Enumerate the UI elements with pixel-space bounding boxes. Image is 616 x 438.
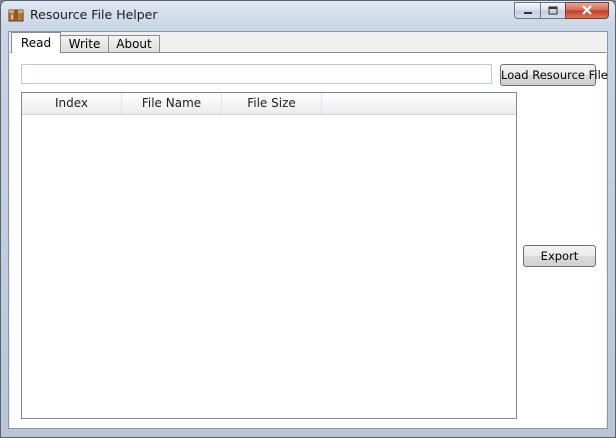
column-header-file-name[interactable]: File Name [122, 93, 222, 114]
maximize-button[interactable] [540, 2, 565, 19]
tab-read[interactable]: Read [11, 32, 61, 53]
caption-buttons [514, 2, 609, 20]
title-bar[interactable]: Resource File Helper [1, 1, 615, 29]
minimize-button[interactable] [514, 2, 540, 19]
file-path-input[interactable] [21, 64, 492, 84]
box-icon [8, 7, 24, 23]
maximize-icon [548, 4, 558, 18]
close-button[interactable] [565, 2, 609, 19]
tab-write[interactable]: Write [60, 35, 109, 53]
list-body [22, 115, 516, 418]
column-header-file-size[interactable]: File Size [222, 93, 322, 114]
file-list[interactable]: Index File Name File Size [21, 92, 517, 419]
export-button[interactable]: Export [523, 245, 596, 267]
column-header-index[interactable]: Index [22, 93, 122, 114]
window-title: Resource File Helper [30, 7, 158, 22]
client-area: Read Write About Load Resource File Inde… [8, 31, 608, 429]
column-header-filler [322, 93, 516, 114]
close-icon [581, 4, 593, 18]
minimize-icon [523, 4, 533, 18]
load-resource-file-button[interactable]: Load Resource File [500, 64, 608, 86]
main-window: Resource File Helper Read Write About Lo… [0, 0, 616, 438]
list-header: Index File Name File Size [22, 93, 516, 115]
tab-strip: Read Write About [9, 32, 607, 53]
tab-page-read: Load Resource File Index File Name File … [10, 52, 608, 428]
tab-about[interactable]: About [108, 35, 160, 53]
